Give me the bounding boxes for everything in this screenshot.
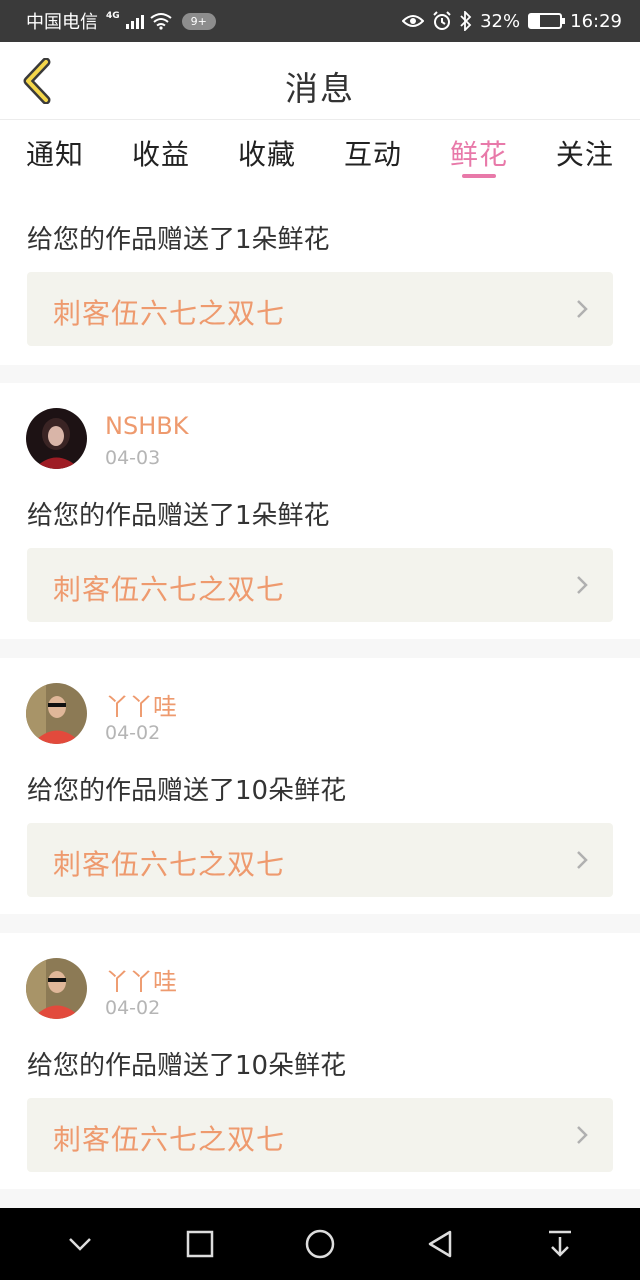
tab-bar: 通知 收益 收藏 互动 鲜花 关注 — [0, 120, 640, 184]
message-date: 04-02 — [105, 722, 161, 744]
work-link[interactable]: 刺客伍六七之双七 — [27, 272, 613, 346]
collapse-down-icon — [69, 1238, 91, 1251]
battery-fill — [530, 15, 540, 27]
status-bar: 中国电信 4G 9+ 32% 16:29 — [0, 0, 640, 42]
avatar[interactable] — [26, 408, 87, 469]
chevron-right-icon — [577, 300, 588, 318]
tab-flowers[interactable]: 鲜花 — [450, 120, 508, 184]
system-back-button[interactable] — [410, 1214, 470, 1274]
home-button[interactable] — [290, 1214, 350, 1274]
tab-label: 互动 — [343, 138, 402, 171]
bluetooth-icon — [460, 11, 472, 31]
message-date: 04-02 — [105, 997, 161, 1019]
user-name[interactable]: 丫丫哇 — [105, 687, 177, 722]
tab-label: 鲜花 — [449, 138, 508, 171]
signal-icon — [125, 13, 144, 29]
tab-label: 关注 — [555, 138, 614, 171]
message-card: 丫丫哇 04-02 给您的作品赠送了10朵鲜花 刺客伍六七之双七 — [0, 658, 640, 914]
home-circle-icon — [305, 1229, 335, 1259]
user-name[interactable]: 丫丫哇 — [105, 962, 177, 997]
avatar[interactable] — [26, 958, 87, 1019]
chevron-right-icon — [577, 1126, 588, 1144]
back-triangle-icon — [428, 1230, 452, 1258]
work-title: 刺客伍六七之双七 — [53, 573, 286, 606]
user-name[interactable]: NSHBK — [105, 412, 188, 440]
message-text: 给您的作品赠送了10朵鲜花 — [27, 1051, 347, 1081]
active-tab-indicator — [461, 174, 496, 178]
status-right: 32% 16:29 — [402, 11, 622, 32]
work-link[interactable]: 刺客伍六七之双七 — [27, 823, 613, 897]
tab-follow[interactable]: 关注 — [556, 120, 614, 184]
tab-earnings[interactable]: 收益 — [132, 120, 190, 184]
page-title: 消息 — [285, 69, 355, 108]
work-link[interactable]: 刺客伍六七之双七 — [27, 548, 613, 622]
tab-interaction[interactable]: 互动 — [344, 120, 402, 184]
message-text: 给您的作品赠送了10朵鲜花 — [27, 776, 347, 806]
notification-pull-button[interactable] — [530, 1214, 590, 1274]
notification-pull-icon — [549, 1230, 571, 1257]
message-card: NSHBK 04-03 给您的作品赠送了1朵鲜花 刺客伍六七之双七 — [0, 383, 640, 639]
work-title: 刺客伍六七之双七 — [53, 848, 286, 881]
avatar[interactable] — [26, 683, 87, 744]
tab-favorites[interactable]: 收藏 — [238, 120, 296, 184]
chevron-right-icon — [577, 576, 588, 594]
message-text: 给您的作品赠送了1朵鲜花 — [27, 225, 330, 255]
work-link[interactable]: 刺客伍六七之双七 — [27, 1098, 613, 1172]
status-left: 中国电信 4G 9+ — [26, 8, 402, 34]
message-card: 04-03 给您的作品赠送了1朵鲜花 刺客伍六七之双七 — [0, 184, 640, 365]
message-feed[interactable]: 04-03 给您的作品赠送了1朵鲜花 刺客伍六七之双七 NSHBK 04-03 … — [0, 184, 640, 1208]
work-title: 刺客伍六七之双七 — [53, 297, 286, 330]
work-title: 刺客伍六七之双七 — [53, 1123, 286, 1156]
carrier-name: 中国电信 — [26, 12, 98, 33]
message-card: 丫丫哇 04-02 给您的作品赠送了10朵鲜花 刺客伍六七之双七 — [0, 933, 640, 1189]
app-header: 消息 — [0, 42, 640, 120]
wifi-icon — [150, 13, 172, 30]
tab-label: 通知 — [26, 138, 85, 171]
tab-label: 收藏 — [237, 138, 296, 171]
recents-square-icon — [186, 1230, 214, 1258]
alarm-icon — [433, 11, 451, 30]
clock: 16:29 — [570, 10, 622, 32]
recents-button[interactable] — [170, 1214, 230, 1274]
battery-icon — [528, 13, 566, 29]
system-nav-bar — [0, 1208, 640, 1280]
collapse-down-button[interactable] — [50, 1214, 110, 1274]
tab-notice[interactable]: 通知 — [26, 120, 84, 184]
battery-percent: 32% — [480, 10, 521, 32]
tab-label: 收益 — [131, 138, 190, 171]
notification-badge: 9+ — [181, 12, 216, 30]
eye-icon — [402, 15, 425, 27]
chevron-right-icon — [577, 851, 588, 869]
network-type: 4G — [106, 11, 120, 21]
message-date: 04-03 — [105, 447, 161, 469]
message-text: 给您的作品赠送了1朵鲜花 — [27, 501, 330, 531]
